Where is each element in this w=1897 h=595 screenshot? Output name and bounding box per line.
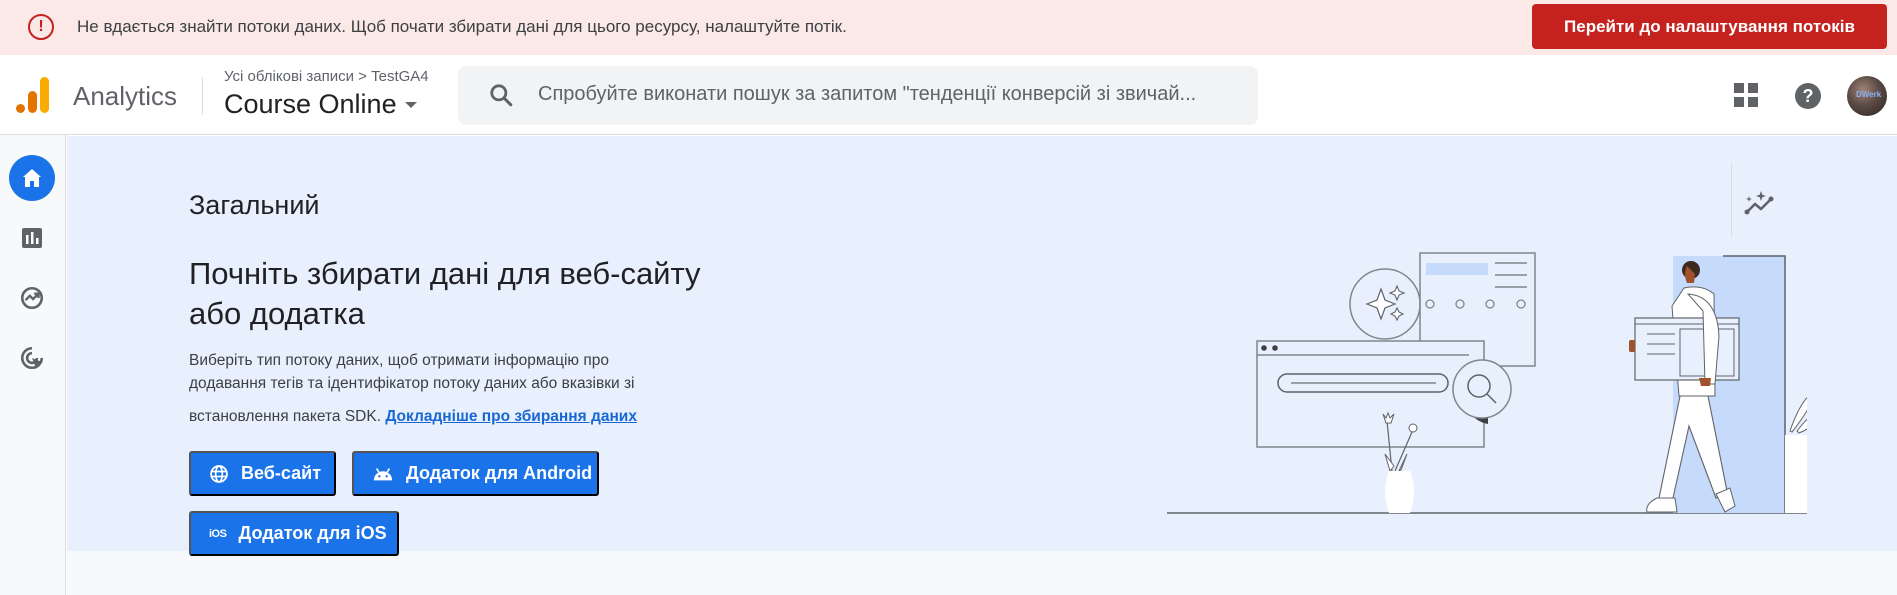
insights-divider bbox=[1731, 164, 1732, 236]
banner-message: Не вдається знайти потоки даних. Щоб поч… bbox=[77, 17, 847, 36]
insights-icon[interactable] bbox=[1743, 188, 1777, 218]
get-started-hero: Загальний Почніть збирати дані для веб-с… bbox=[67, 136, 1897, 556]
hero-title: Почніть збирати дані для веб-сайту або д… bbox=[189, 256, 701, 331]
home-icon bbox=[23, 169, 41, 187]
hero-description: Виберіть тип потоку даних, щоб отримати … bbox=[189, 352, 637, 425]
sidebar bbox=[0, 135, 66, 595]
ios-stream-button[interactable]: iOS Додаток для iOS bbox=[189, 511, 399, 556]
learn-more-link[interactable]: Докладніше про збирання даних bbox=[385, 408, 637, 425]
go-to-stream-setup-button[interactable]: Перейти до налаштування потоків bbox=[1532, 4, 1887, 49]
header-divider bbox=[202, 77, 203, 115]
illus-plant-pot bbox=[1785, 435, 1807, 513]
app-name: Analytics bbox=[73, 81, 178, 111]
illus-panel-highlight bbox=[1426, 263, 1488, 275]
sidebar-item-home[interactable] bbox=[9, 155, 55, 201]
bar-chart-icon bbox=[22, 228, 42, 248]
android-icon bbox=[373, 467, 393, 480]
sidebar-item-reports[interactable] bbox=[9, 215, 55, 261]
globe-icon bbox=[210, 464, 228, 483]
breadcrumb[interactable]: Усі облікові записи > TestGA4 bbox=[224, 68, 429, 85]
illus-browser-window bbox=[1256, 340, 1485, 448]
analytics-logo[interactable] bbox=[16, 77, 50, 113]
ios-icon: iOS bbox=[209, 527, 227, 540]
property-name: Course Online bbox=[224, 89, 397, 119]
search-icon bbox=[490, 84, 513, 107]
top-header: Analytics Усі облікові записи > TestGA4 … bbox=[0, 55, 1897, 135]
property-selector[interactable]: Course Online bbox=[224, 89, 417, 120]
sidebar-item-explore[interactable] bbox=[9, 275, 55, 321]
illus-vase bbox=[1385, 471, 1414, 513]
android-stream-button[interactable]: Додаток для Android bbox=[352, 451, 599, 496]
website-stream-button[interactable]: Веб-сайт bbox=[189, 451, 336, 496]
illus-magnifier-circle bbox=[1452, 359, 1512, 419]
hero-illustration bbox=[1167, 252, 1807, 514]
page-title: Загальний bbox=[189, 190, 320, 220]
illus-carried-window bbox=[1634, 317, 1740, 381]
search-input[interactable]: Спробуйте виконати пошук за запитом "тен… bbox=[538, 83, 1196, 106]
caret-down-icon bbox=[404, 101, 417, 108]
search-bar[interactable]: Спробуйте виконати пошук за запитом "тен… bbox=[458, 66, 1258, 125]
avatar[interactable]: DWerk bbox=[1847, 76, 1887, 116]
error-banner: ! Не вдається знайти потоки даних. Щоб п… bbox=[0, 0, 1897, 55]
help-icon[interactable]: ? bbox=[1795, 83, 1821, 109]
target-cursor-icon bbox=[20, 346, 44, 370]
explore-icon bbox=[20, 286, 44, 310]
sidebar-item-advertising[interactable] bbox=[9, 335, 55, 381]
main-content: Загальний Почніть збирати дані для веб-с… bbox=[67, 136, 1897, 595]
error-icon: ! bbox=[28, 14, 54, 40]
apps-icon[interactable] bbox=[1734, 83, 1758, 107]
